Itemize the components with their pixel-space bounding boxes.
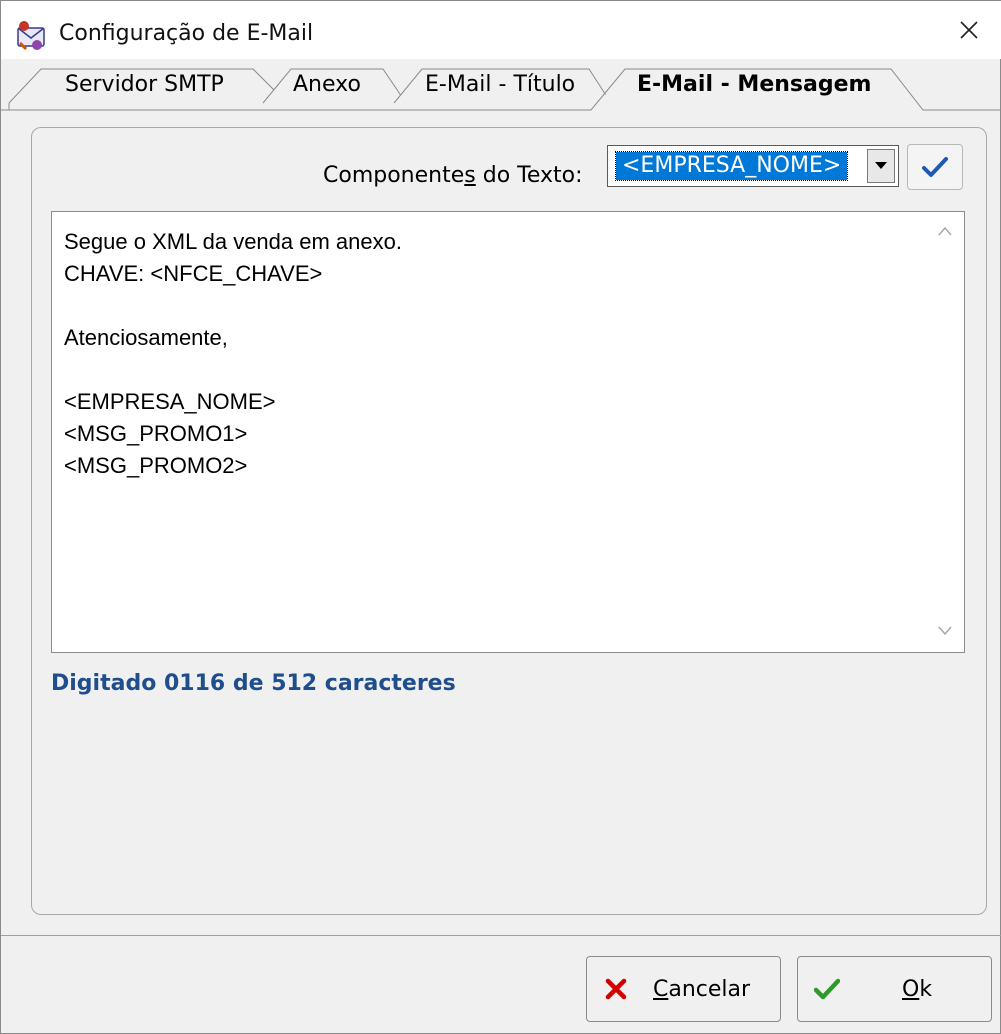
- components-selected-value: <EMPRESA_NOME>: [614, 151, 849, 181]
- tab-strip: Servidor SMTP Anexo E-Mail - Título E-Ma…: [1, 59, 1001, 111]
- x-icon: [601, 974, 631, 1004]
- footer-divider: [1, 935, 1001, 936]
- dropdown-button[interactable]: [867, 149, 895, 183]
- components-dropdown[interactable]: <EMPRESA_NOME>: [607, 145, 899, 187]
- cancel-label: Cancelar: [653, 976, 751, 1002]
- email-config-dialog: Configuração de E-Mail Servidor SMTP Ane…: [0, 0, 1001, 1034]
- app-icon: [15, 19, 49, 53]
- close-button[interactable]: [937, 1, 1001, 59]
- scroll-up-icon[interactable]: [938, 226, 952, 236]
- ok-label: Ok: [902, 976, 933, 1002]
- chevron-down-icon: [875, 162, 887, 169]
- checkmark-icon: [812, 974, 842, 1004]
- tab-servidor-smtp[interactable]: Servidor SMTP: [65, 72, 224, 97]
- insert-component-button[interactable]: [907, 144, 963, 190]
- window-title: Configuração de E-Mail: [59, 21, 314, 46]
- message-body-editor[interactable]: Segue o XML da venda em anexo. CHAVE: <N…: [51, 211, 965, 653]
- close-icon: [960, 21, 978, 39]
- tab-email-mensagem[interactable]: E-Mail - Mensagem: [637, 72, 871, 97]
- ok-button[interactable]: Ok: [797, 956, 992, 1022]
- checkmark-icon: [922, 157, 948, 177]
- message-body-text[interactable]: Segue o XML da venda em anexo. CHAVE: <N…: [64, 226, 924, 482]
- scroll-down-icon[interactable]: [938, 626, 952, 636]
- title-bar: Configuração de E-Mail: [1, 1, 1001, 59]
- character-counter: Digitado 0116 de 512 caracteres: [51, 671, 456, 696]
- tab-email-titulo[interactable]: E-Mail - Título: [425, 72, 575, 97]
- tab-anexo[interactable]: Anexo: [293, 72, 361, 97]
- cancel-button[interactable]: Cancelar: [586, 956, 781, 1022]
- components-label: Componentes do Texto:: [323, 163, 583, 188]
